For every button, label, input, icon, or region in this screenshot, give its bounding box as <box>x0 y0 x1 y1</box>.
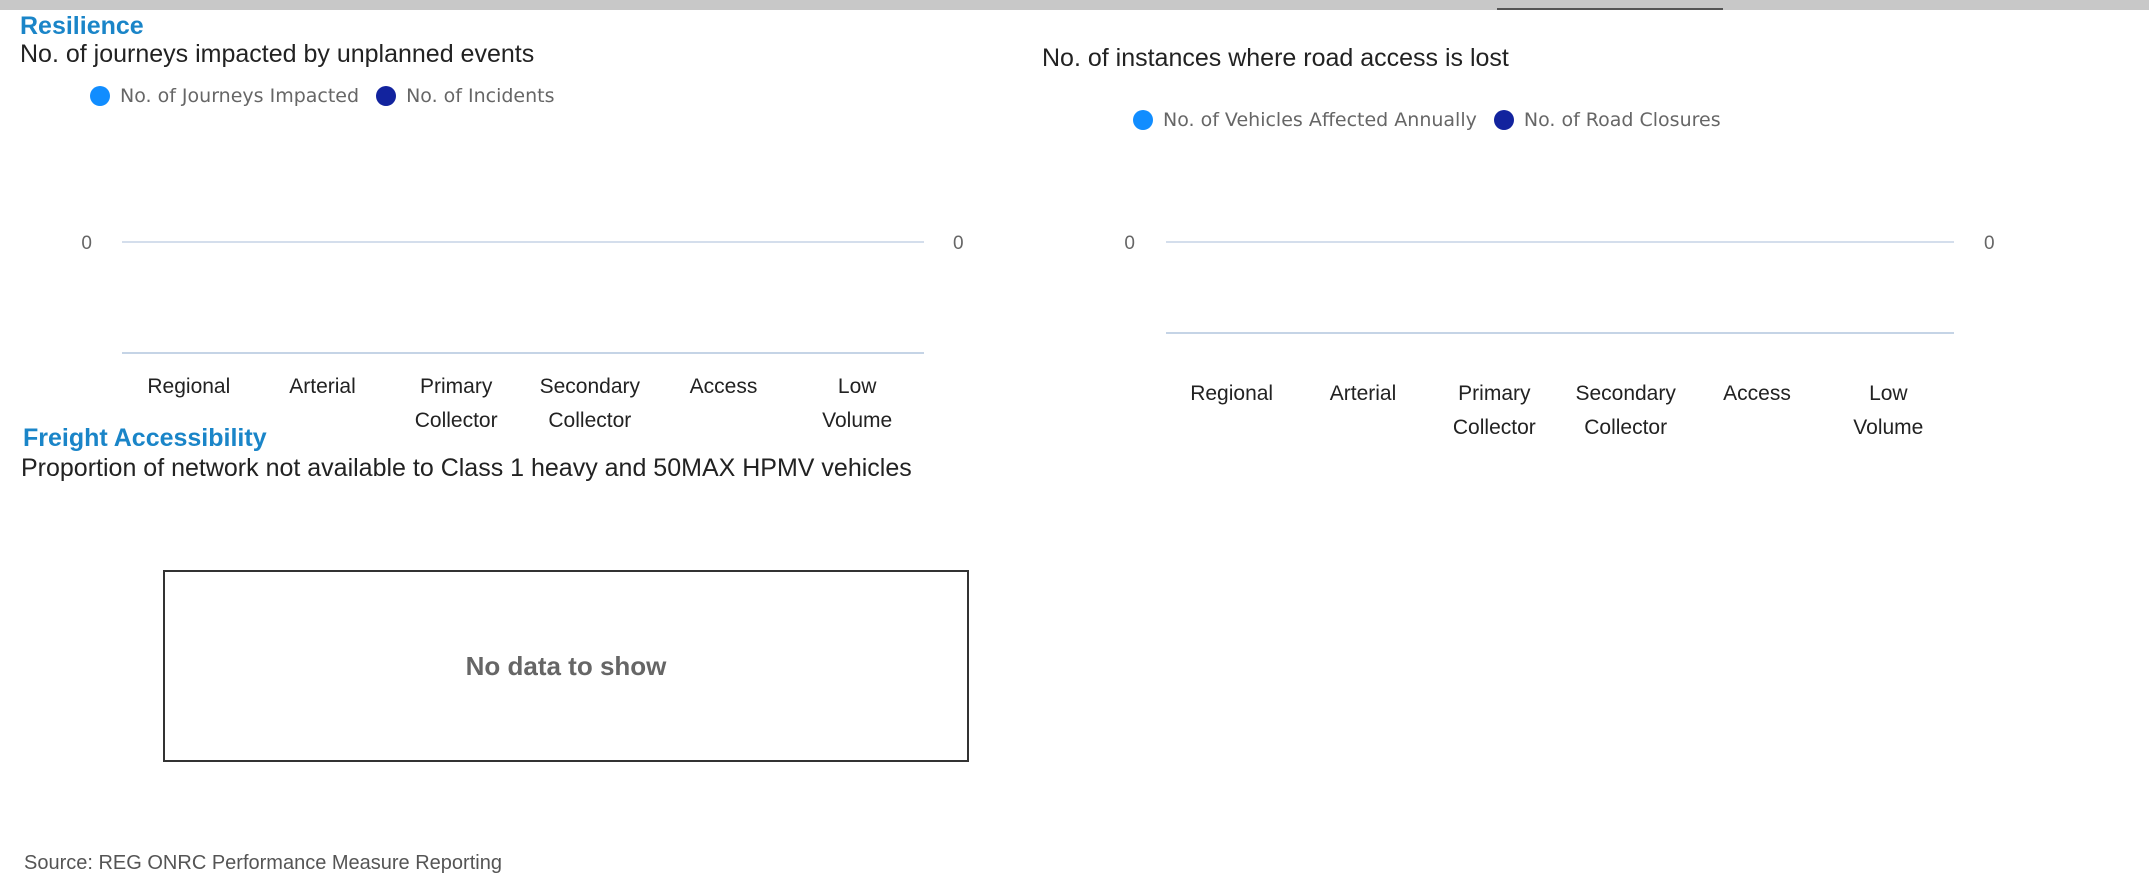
legend-item-vehicles-affected[interactable]: No. of Vehicles Affected Annually <box>1133 109 1477 131</box>
y-tick-left: 0 <box>81 233 92 254</box>
source-footnote: Source: REG ONRC Performance Measure Rep… <box>24 852 502 874</box>
freight-chart-title: Proportion of network not available to C… <box>21 454 912 482</box>
x-tick-label: Low <box>1869 382 1908 405</box>
x-tick-label: Collector <box>415 409 498 432</box>
top-bar <box>0 0 2149 10</box>
journeys-chart: 0 0 Regional Arterial Primary Collector Second… <box>81 233 964 432</box>
y-tick-right: 0 <box>1984 233 1995 254</box>
x-tick-label: Low <box>838 375 877 398</box>
x-tick-label: Arterial <box>1330 382 1397 405</box>
no-data-message: No data to show <box>465 650 667 681</box>
x-tick-label: Access <box>690 375 758 398</box>
road-access-chart-legend: No. of Vehicles Affected Annually No. of… <box>1133 109 1738 131</box>
freight-no-data-panel: No data to show <box>163 570 969 762</box>
resilience-section-title: Resilience <box>20 12 144 40</box>
x-tick-label: Primary <box>1458 382 1531 405</box>
x-tick-label: Secondary <box>1575 382 1676 405</box>
journeys-chart-title: No. of journeys impacted by unplanned ev… <box>20 40 535 68</box>
legend-label: No. of Journeys Impacted <box>120 85 360 107</box>
legend-item-road-closures[interactable]: No. of Road Closures <box>1493 109 1721 131</box>
x-tick-label: Volume <box>822 409 892 432</box>
road-access-chart-title: No. of instances where road access is lo… <box>1042 44 1509 72</box>
x-tick-label: Regional <box>1190 382 1273 405</box>
legend-label: No. of Vehicles Affected Annually <box>1163 109 1477 131</box>
legend-item-journeys-impacted[interactable]: No. of Journeys Impacted <box>90 85 359 107</box>
legend-dot-icon <box>376 86 397 106</box>
legend-item-incidents[interactable]: No. of Incidents <box>376 85 555 107</box>
x-tick-label: Collector <box>1584 416 1667 439</box>
freight-section-title: Freight Accessibility <box>23 424 267 452</box>
x-tick-label: Collector <box>1453 416 1536 439</box>
x-tick-label: Collector <box>548 409 631 432</box>
x-tick-label: Arterial <box>289 375 356 398</box>
x-tick-label: Primary <box>420 375 493 398</box>
legend-dot-icon <box>1493 110 1514 130</box>
journeys-chart-legend: No. of Journeys Impacted No. of Incident… <box>90 85 572 107</box>
legend-label: No. of Incidents <box>406 85 555 107</box>
x-tick-label: Secondary <box>540 375 641 398</box>
legend-dot-icon <box>1133 110 1153 130</box>
x-tick-label: Regional <box>147 375 230 398</box>
y-tick-right: 0 <box>953 233 964 254</box>
x-tick-label: Access <box>1723 382 1791 405</box>
x-tick-label: Volume <box>1853 416 1923 439</box>
legend-label: No. of Road Closures <box>1523 109 1721 131</box>
tab-underline <box>1497 8 1723 10</box>
y-tick-left: 0 <box>1124 233 1135 254</box>
road-access-chart: 0 0 Regional Arterial Primary Collector Second… <box>1124 233 1995 439</box>
legend-dot-icon <box>90 86 110 106</box>
